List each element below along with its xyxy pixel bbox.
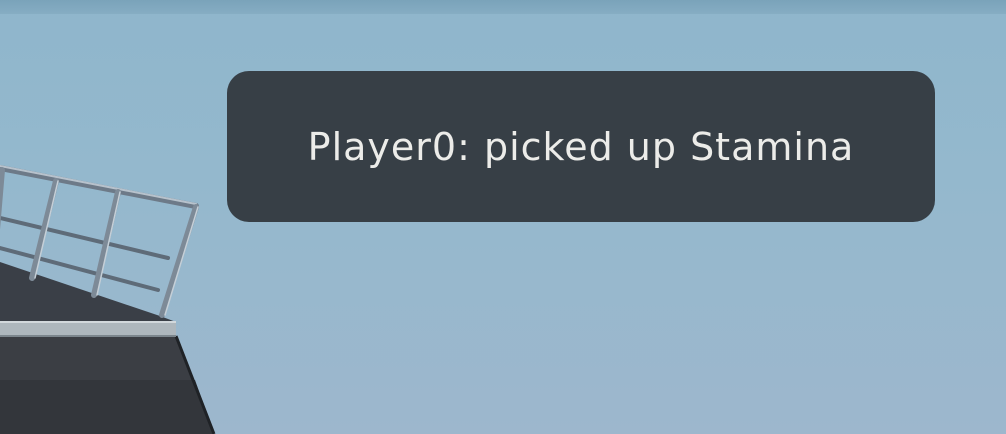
railing-post	[159, 204, 199, 318]
railing-top-rail-highlight	[0, 165, 197, 205]
railing-top-rail	[0, 165, 199, 209]
ship-hull-shadow	[0, 380, 214, 434]
railing-mid-rail	[0, 216, 170, 260]
railing-post-highlight	[164, 206, 199, 316]
deck-trim	[0, 322, 176, 336]
notification-message: Player0: picked up Stamina	[307, 124, 855, 169]
game-viewport: Player0: picked up Stamina	[0, 0, 1006, 434]
pickup-notification: Player0: picked up Stamina	[227, 71, 935, 222]
